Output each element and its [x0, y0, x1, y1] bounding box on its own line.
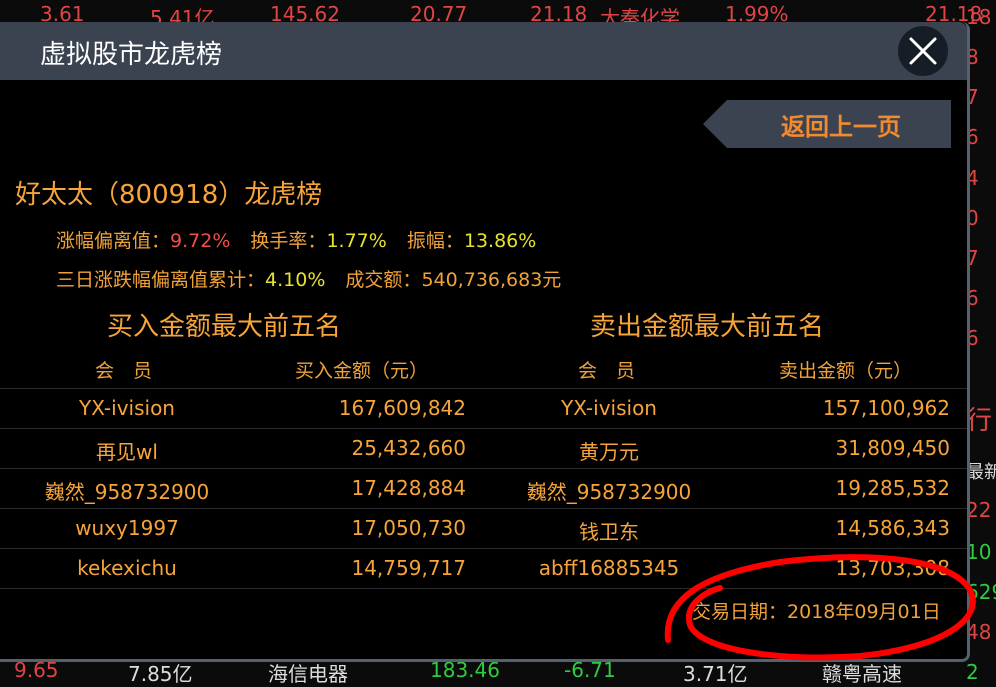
- buy-section-title: 买入金额最大前五名: [107, 312, 342, 342]
- sell-amount-header: 卖出金额（元）: [779, 360, 913, 382]
- bg-cell: 最新: [966, 462, 996, 483]
- cumulative-value: 4.10%: [265, 269, 326, 291]
- sell-amount: 31,809,450: [835, 436, 950, 460]
- stats-line-1: 涨幅偏离值：9.72% 换手率：1.77% 振幅：13.86%: [56, 226, 536, 253]
- buy-amount: 167,609,842: [338, 396, 466, 420]
- cumulative-label: 三日涨跌幅偏离值累计：: [56, 269, 266, 291]
- bg-cell: 大秦化学: [600, 6, 680, 24]
- buy-member: 巍然_958732900: [44, 480, 210, 504]
- table-divider: [0, 508, 967, 509]
- sell-member: 钱卫东: [579, 520, 639, 544]
- bg-cell: 3.61: [40, 2, 85, 24]
- bg-cell: 海信电器: [268, 662, 348, 686]
- buy-amount: 14,759,717: [351, 556, 466, 580]
- deviation-label: 涨幅偏离值：: [56, 230, 171, 252]
- buy-amount: 25,432,660: [351, 436, 466, 460]
- dragon-tiger-modal: 虚拟股市龙虎榜 返回上一页 好太太（800918）龙虎榜 涨幅偏离值：9.72%…: [0, 22, 970, 662]
- back-button[interactable]: 返回上一页: [703, 98, 951, 150]
- buy-amount: 17,050,730: [351, 516, 466, 540]
- buy-member: 再见wl: [96, 440, 158, 464]
- trade-date-label: 交易日期：: [692, 601, 788, 623]
- sell-member: 巍然_958732900: [526, 480, 692, 504]
- modal-header: 虚拟股市龙虎榜: [0, 22, 967, 80]
- turnover-value: 1.77%: [326, 230, 387, 252]
- sell-member: abff16885345: [538, 556, 680, 580]
- sell-member: 黄万元: [579, 440, 639, 464]
- volume-label: 成交额：: [345, 269, 422, 291]
- stats-line-2: 三日涨跌幅偏离值累计：4.10% 成交额：540,736,683元: [56, 265, 561, 292]
- bg-cell: 赣粤高速: [822, 662, 902, 686]
- trade-date-value: 2018年09月01日: [787, 601, 941, 623]
- background-top-row: 3.61 5.41亿 145.62 20.77 21.18 大秦化学 1.99%…: [0, 0, 996, 24]
- sell-member-header: 会 员: [578, 360, 636, 382]
- background-right-column: 18 8 7 6 4 0 7 6 6 行 最新 22 10 629 48 2: [966, 0, 996, 687]
- bg-cell: 20.77: [410, 2, 468, 24]
- buy-member: wuxy1997: [75, 516, 179, 540]
- modal-title: 虚拟股市龙虎榜: [40, 40, 223, 70]
- table-divider: [0, 468, 967, 469]
- buy-member: kekexichu: [77, 556, 177, 580]
- close-icon: [909, 37, 937, 65]
- bg-cell: 7.85亿: [128, 662, 193, 686]
- table-divider: [0, 588, 967, 589]
- back-button-label: 返回上一页: [781, 113, 901, 141]
- table-divider: [0, 428, 967, 429]
- bg-cell: 5.41亿: [150, 6, 215, 24]
- bg-cell: 629: [966, 580, 996, 604]
- sell-section-title: 卖出金额最大前五名: [590, 312, 825, 342]
- buy-member: YX-ivision: [79, 396, 175, 420]
- amplitude-label: 振幅：: [406, 230, 464, 252]
- deviation-value: 9.72%: [170, 230, 231, 252]
- buy-amount-header: 买入金额（元）: [295, 360, 429, 382]
- bg-cell: 21.18: [530, 2, 588, 24]
- sell-member: YX-ivision: [561, 396, 657, 420]
- trade-date: 交易日期：2018年09月01日: [692, 597, 941, 624]
- turnover-label: 换手率：: [250, 230, 327, 252]
- sell-amount: 13,703,308: [835, 556, 950, 580]
- stock-title: 好太太（800918）龙虎榜: [15, 180, 323, 210]
- bg-cell: 3.71亿: [683, 662, 748, 686]
- buy-amount: 17,428,884: [351, 476, 466, 500]
- volume-value: 540,736,683元: [421, 269, 562, 291]
- bg-cell: 18: [966, 5, 992, 29]
- bg-cell: 145.62: [270, 2, 340, 24]
- close-button[interactable]: [898, 26, 948, 76]
- bg-cell: 1.99%: [725, 2, 789, 24]
- buy-member-header: 会 员: [95, 360, 153, 382]
- sell-amount: 157,100,962: [822, 396, 950, 420]
- table-divider: [0, 548, 967, 549]
- sell-amount: 19,285,532: [835, 476, 950, 500]
- amplitude-value: 13.86%: [463, 230, 537, 252]
- table-divider: [0, 388, 967, 389]
- sell-amount: 14,586,343: [835, 516, 950, 540]
